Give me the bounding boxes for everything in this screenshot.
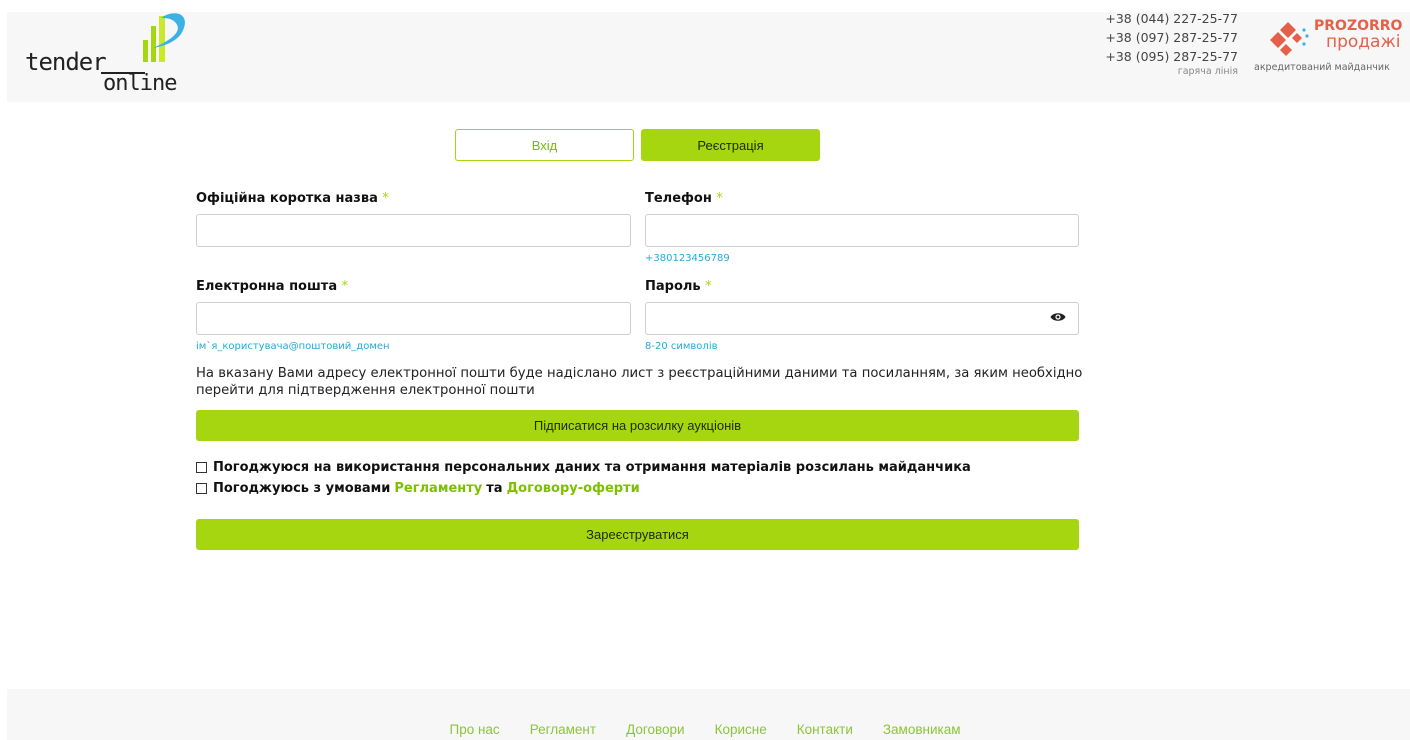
phone-block: +38 (044) 227-25-77 +38 (097) 287-25-77 …	[1105, 9, 1238, 77]
prozorro-caption: акредитований майданчик	[1254, 62, 1390, 73]
short-name-label: Офіційна коротка назва *	[196, 191, 389, 206]
footer-link-contacts[interactable]: Контакти	[797, 722, 853, 737]
consent-terms-text: Погоджуюсь з умовами	[213, 481, 391, 496]
email-label: Електронна пошта *	[196, 279, 348, 294]
required-mark: *	[716, 191, 723, 206]
eye-icon[interactable]	[1050, 311, 1066, 323]
required-mark: *	[341, 279, 349, 294]
password-label: Пароль *	[645, 279, 712, 294]
footer-link-customers[interactable]: Замовникам	[883, 722, 961, 737]
consent-personal-text: Погоджуюся на використання персональних …	[213, 460, 971, 475]
phone-label-text: Телефон	[645, 191, 712, 206]
reglament-link[interactable]: Регламенту	[394, 481, 482, 496]
short-name-label-text: Офіційна коротка назва	[196, 191, 378, 206]
register-submit-button[interactable]: Зареєструватися	[196, 519, 1079, 550]
email-hint: ім`я_користувача@поштовий_домен	[196, 341, 390, 352]
tab-register[interactable]: Реєстрація	[641, 129, 820, 161]
footer-link-contracts[interactable]: Договори	[626, 722, 685, 737]
phone-hint: +380123456789	[645, 253, 730, 264]
prozorro-subtitle: продажі	[1326, 32, 1401, 52]
consent-terms[interactable]: Погоджуюсь з умовами Регламенту та Догов…	[196, 481, 644, 496]
footer-link-about[interactable]: Про нас	[450, 722, 500, 737]
tab-login[interactable]: Вхід	[455, 129, 634, 161]
required-mark: *	[705, 279, 712, 294]
phone-label: Телефон *	[645, 191, 723, 206]
email-notice: На вказану Вами адресу електронної пошти…	[196, 366, 1083, 398]
hotline-label: гаряча лінія	[1177, 66, 1238, 77]
footer-link-reglament[interactable]: Регламент	[530, 722, 596, 737]
svg-text:tender: tender	[25, 48, 106, 76]
consent-terms-and: та	[486, 481, 503, 496]
phone-1[interactable]: +38 (044) 227-25-77	[1105, 9, 1238, 28]
phone-3[interactable]: +38 (095) 287-25-77	[1105, 47, 1238, 66]
email-input[interactable]	[196, 302, 631, 335]
logo-graphic: tender online	[25, 13, 185, 96]
prozorro-diamonds-icon	[1270, 22, 1309, 56]
subscribe-button[interactable]: Підписатися на розсилку аукціонів	[196, 410, 1079, 441]
offer-contract-link[interactable]: Договору-оферти	[507, 481, 640, 496]
password-label-text: Пароль	[645, 279, 701, 294]
phone-input[interactable]	[645, 214, 1079, 247]
consent-terms-checkbox[interactable]	[196, 483, 207, 494]
short-name-input[interactable]	[196, 214, 631, 247]
consent-personal[interactable]: Погоджуюся на використання персональних …	[196, 460, 971, 475]
svg-text:online: online	[103, 71, 176, 96]
footer-link-useful[interactable]: Корисне	[715, 722, 767, 737]
required-mark: *	[382, 191, 389, 206]
prozorro-badge[interactable]: PROZORRO продажі акредитований майданчик	[1248, 12, 1410, 92]
tenderonline-logo[interactable]: tender online	[25, 12, 225, 100]
header: tender online +38 (044) 227-25-77 +38 (0…	[7, 9, 1410, 102]
footer-nav: Про нас Регламент Договори Корисне Конта…	[0, 722, 1410, 737]
password-hint: 8-20 символів	[645, 341, 718, 352]
email-label-text: Електронна пошта	[196, 279, 338, 294]
password-input[interactable]	[645, 302, 1079, 335]
phone-2[interactable]: +38 (097) 287-25-77	[1105, 28, 1238, 47]
consent-personal-checkbox[interactable]	[196, 462, 207, 473]
